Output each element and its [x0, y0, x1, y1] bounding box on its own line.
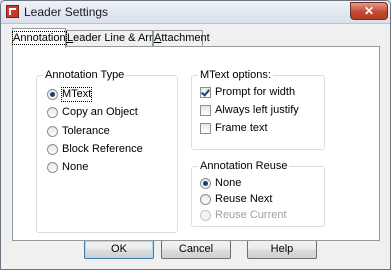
tab-annotation[interactable]: Annotation — [12, 28, 67, 48]
window-title: Leader Settings — [24, 5, 109, 19]
checkbox[interactable] — [200, 105, 211, 116]
label-text: rrent — [263, 209, 287, 221]
mnemonic: H — [270, 243, 279, 255]
label-text: Reuse N — [215, 193, 258, 205]
label-text: idth — [277, 86, 296, 98]
radio-button[interactable] — [47, 162, 58, 173]
mnemonic: C — [62, 106, 70, 118]
prompt-for-width-label: Prompt for width — [215, 86, 295, 99]
app-icon — [6, 5, 19, 18]
always-left-justify-label: Always left justify — [215, 104, 299, 117]
mtext-options-label: MText options: — [198, 69, 273, 81]
annotation-tab-panel: Annotation Type MText Copy an Object Tol… — [12, 46, 380, 241]
dialog-body: Annotation Leader Line & Arrow Attachmen… — [1, 24, 390, 269]
label-text: xt — [263, 193, 273, 205]
label-text: eft justify — [255, 104, 299, 116]
mtext-options-group: MText options: Prompt for width Always l… — [191, 69, 325, 150]
annotation-type-label: Annotation Type — [43, 69, 127, 81]
radio-none-label: None — [62, 161, 88, 174]
radio-button-selected[interactable] — [47, 89, 58, 100]
label-text: ne — [76, 161, 89, 173]
radio-tolerance-label: Tolerance — [62, 125, 110, 138]
cancel-button[interactable]: Cancel — [161, 240, 231, 259]
radio-button[interactable] — [47, 107, 58, 118]
label-text: olerance — [67, 125, 110, 137]
reuse-none-label: None — [215, 177, 241, 190]
label-text: Text — [71, 88, 92, 100]
label-text: Always — [215, 104, 253, 116]
reuse-current-label: Reuse Current — [215, 209, 287, 222]
leader-settings-dialog: Leader Settings ✕ Annotation Leader Line… — [0, 0, 391, 270]
title-bar[interactable]: Leader Settings ✕ — [1, 1, 390, 24]
label-text: opy an Object — [69, 106, 138, 118]
mnemonic: M — [62, 88, 72, 100]
radio-button[interactable] — [47, 126, 58, 137]
label-text: Reuse C — [215, 209, 258, 221]
help-label: elp — [278, 243, 294, 255]
mnemonic: F — [215, 122, 222, 134]
reuse-next-label: Reuse Next — [215, 193, 272, 206]
label-text: ne — [229, 177, 242, 189]
radio-button-selected[interactable] — [200, 178, 211, 189]
tab-annotation-label: Annotation — [12, 31, 67, 45]
tab-attachment-label: ttachment — [161, 32, 210, 44]
label-text: rame text — [221, 122, 268, 134]
annotation-type-group: Annotation Type MText Copy an Object Tol… — [36, 69, 178, 233]
checkbox-checked[interactable] — [200, 87, 211, 98]
annotation-reuse-label: Annotation Reuse — [198, 160, 290, 172]
radio-button[interactable] — [200, 194, 211, 205]
radio-button[interactable] — [47, 144, 58, 155]
label-text: lock Reference — [69, 143, 143, 155]
annotation-reuse-group: Annotation Reuse None Reuse Next Reuse C… — [191, 160, 325, 227]
radio-block-label: Block Reference — [62, 143, 143, 156]
label-text: N — [62, 161, 70, 173]
checkbox[interactable] — [200, 123, 211, 134]
radio-copy-label: Copy an Object — [62, 106, 138, 119]
radio-button-disabled — [200, 210, 211, 221]
ok-button[interactable]: OK — [84, 240, 154, 259]
label-text: N — [215, 177, 223, 189]
label-text: Prompt for — [215, 86, 270, 98]
frame-text-label: Frame text — [215, 122, 268, 135]
help-button[interactable]: Help — [247, 240, 317, 259]
radio-mtext-label: MText — [60, 87, 93, 102]
close-button[interactable]: ✕ — [350, 2, 388, 20]
tab-leader-line-arrow[interactable]: Leader Line & Arrow — [66, 30, 167, 46]
tab-attachment[interactable]: Attachment — [153, 30, 210, 46]
